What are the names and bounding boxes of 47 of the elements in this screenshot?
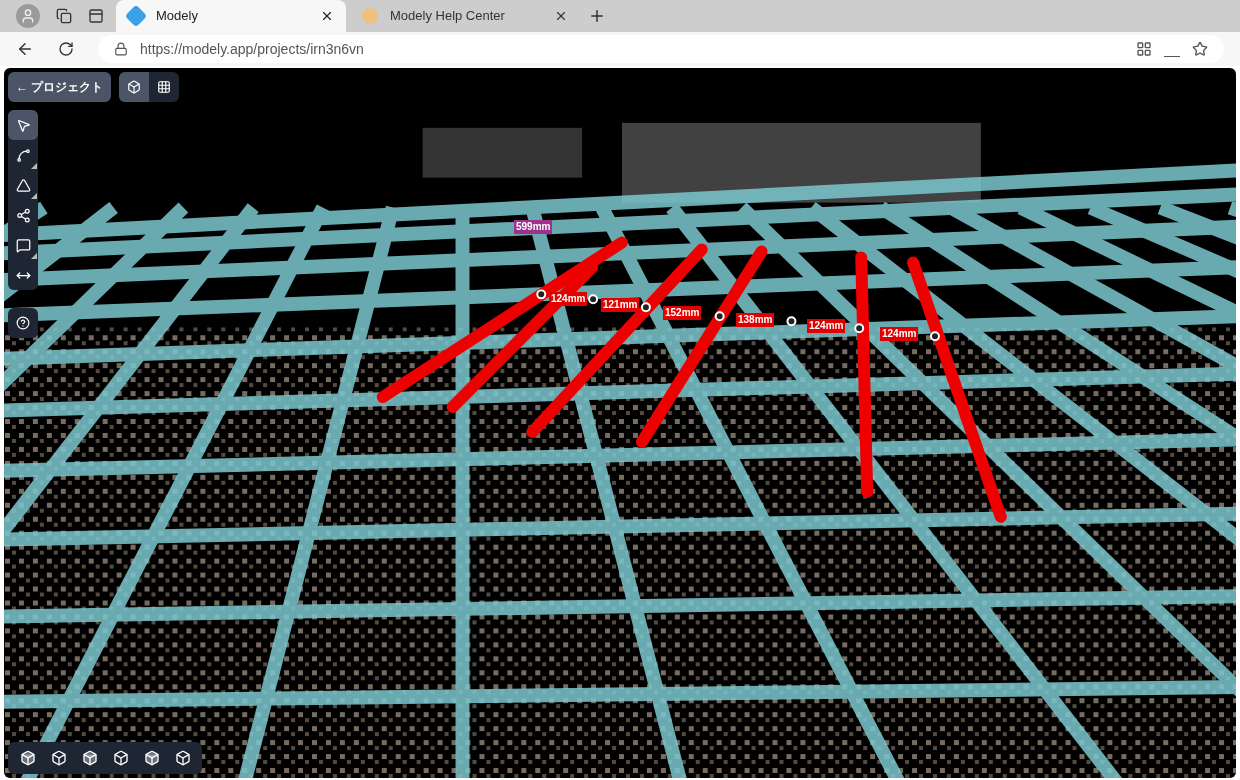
triangle-nodes-icon [15, 177, 31, 193]
close-icon[interactable] [554, 9, 568, 23]
measurement-point[interactable] [786, 316, 797, 327]
cube-icon [81, 750, 98, 766]
lock-icon [114, 42, 128, 56]
measurement-point[interactable] [640, 302, 651, 313]
measurement-label: 138mm [736, 313, 775, 327]
address-bar[interactable]: https://modely.app/projects/irn3n6vn [98, 35, 1224, 63]
cube-icon [112, 750, 129, 766]
browser-tab[interactable]: Modely [116, 0, 346, 32]
grid-icon [157, 80, 172, 94]
measurement-label: 124mm [549, 292, 588, 306]
url-text: https://modely.app/projects/irn3n6vn [140, 39, 365, 59]
pointer-tool-button[interactable] [8, 110, 38, 140]
projects-back-button[interactable]: ← プロジェクト [8, 72, 112, 102]
comment-icon [15, 237, 31, 253]
browser-tab[interactable]: Modely Help Center [350, 0, 580, 32]
new-tab-icon[interactable] [588, 7, 606, 25]
measurement-label: 152mm [663, 306, 702, 320]
measurement-label: 121mm [601, 298, 640, 312]
measurement-point[interactable] [714, 311, 725, 322]
cube-icon [19, 750, 36, 766]
close-icon[interactable] [320, 9, 334, 23]
apps-icon[interactable] [1136, 41, 1152, 57]
pointer-icon [15, 117, 31, 133]
reload-icon[interactable] [58, 41, 74, 57]
polygon-nodes-icon [15, 207, 31, 223]
measurement-label: 124mm [880, 327, 919, 341]
measurement-label: 599mm [514, 220, 553, 234]
measurement-point[interactable] [854, 323, 865, 334]
cube-icon [127, 80, 142, 94]
tab-panel-icon[interactable] [88, 8, 104, 24]
favorite-icon[interactable] [1192, 41, 1208, 57]
cube-icon [174, 750, 191, 766]
help-button[interactable] [8, 308, 38, 338]
measurement-point[interactable] [536, 289, 547, 300]
back-icon[interactable] [16, 40, 34, 58]
measurement-point[interactable] [930, 331, 940, 342]
measurement-point[interactable] [588, 294, 599, 305]
avatar-icon [362, 8, 378, 24]
help-icon [16, 316, 30, 330]
cube-icon [50, 750, 67, 766]
measurement-label: 124mm [807, 319, 846, 333]
3d-view-button[interactable] [119, 72, 150, 102]
cube-icon [143, 750, 160, 766]
collections-icon[interactable] [56, 8, 72, 24]
line-tool-icon [15, 147, 31, 163]
